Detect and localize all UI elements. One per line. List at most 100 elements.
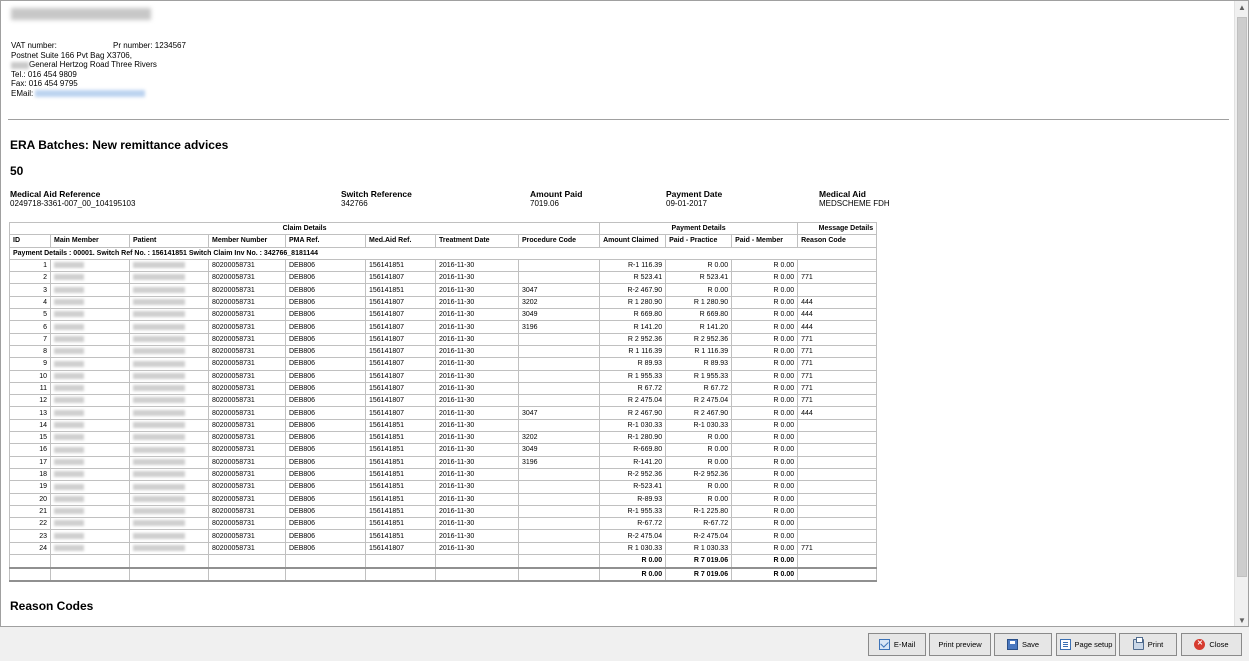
cell-reason-code (797, 418, 878, 433)
redacted-name (54, 471, 84, 478)
cell-pma-ref: DEB806 (285, 443, 366, 457)
redacted-name (54, 262, 84, 269)
cell-amount-claimed: R 2 467.90 (599, 406, 667, 420)
cell-treatment-date: 2016-11-30 (435, 258, 519, 273)
cell-treatment-date: 2016-11-30 (435, 308, 519, 322)
cell-main-member (50, 455, 130, 469)
cell-id: 22 (9, 517, 51, 531)
email-button-label: E-Mail (893, 640, 916, 649)
cell-amount-claimed: R 1 280.90 (599, 295, 667, 310)
cell-paid-member: R 0.00 (731, 381, 799, 396)
cell-id: 16 (9, 443, 51, 457)
col-header-pma-ref: PMA Ref. (285, 234, 366, 248)
table-row: 24 80200058731 DEB806 156141807 2016-11-30 R … (9, 541, 878, 556)
cell-main-member (50, 467, 130, 482)
cell-procedure-code: 3049 (517, 308, 601, 322)
cell-id: 24 (9, 541, 51, 556)
totals-row: R 0.00 R 7 019.06 R 0.00 (9, 567, 878, 582)
cell-main-member (50, 381, 130, 396)
cell-id: 19 (9, 480, 51, 494)
cell-reason-code (797, 480, 878, 494)
scroll-down-arrow-icon[interactable]: ▼ (1235, 614, 1248, 626)
cell-patient (129, 504, 209, 519)
cell-procedure-code: 3047 (517, 406, 601, 420)
page-setup-button[interactable]: Page setup (1056, 633, 1116, 656)
redacted-name (133, 446, 185, 453)
total-cell-procedure-code (517, 567, 601, 582)
cell-amount-claimed: R 669.80 (599, 308, 667, 322)
report-page: VAT number: Pr number: 1234567 Postnet S… (1, 1, 1235, 626)
cell-id: 10 (9, 369, 51, 383)
cell-paid-practice: R 0.00 (665, 283, 733, 297)
table-row: 19 80200058731 DEB806 156141851 2016-11-30 R-… (9, 480, 878, 494)
cell-reason-code (797, 455, 878, 469)
redacted-name (133, 520, 185, 527)
redacted-name (133, 458, 185, 465)
save-button[interactable]: Save (994, 633, 1052, 656)
cell-main-member (50, 344, 130, 359)
redacted-name (54, 545, 84, 552)
redacted-name (133, 286, 185, 293)
scroll-up-arrow-icon[interactable]: ▲ (1235, 1, 1248, 15)
vertical-scrollbar[interactable]: ▲ ▼ (1234, 1, 1248, 626)
redacted-name (133, 360, 185, 367)
cell-treatment-date: 2016-11-30 (435, 357, 519, 371)
print-preview-button[interactable]: Print preview (929, 633, 991, 656)
total-cell-med-aid-ref (365, 567, 436, 582)
cell-pma-ref: DEB806 (285, 394, 366, 408)
cell-treatment-date: 2016-11-30 (435, 344, 519, 359)
cell-procedure-code (517, 504, 601, 519)
table-row: 6 80200058731 DEB806 156141807 2016-11-30 319… (9, 320, 878, 334)
cell-paid-member: R 0.00 (731, 492, 799, 506)
email-line: EMail: (11, 89, 157, 99)
table-row: 20 80200058731 DEB806 156141851 2016-11-30 R-… (9, 492, 878, 506)
redacted-name (54, 520, 84, 527)
cell-main-member (50, 308, 130, 322)
practice-header: VAT number: Pr number: 1234567 Postnet S… (11, 41, 186, 99)
cell-member-number: 80200058731 (208, 467, 286, 482)
redacted-name (133, 532, 185, 539)
cell-patient (129, 517, 209, 531)
tel-line: Tel.: 016 454 9809 (11, 69, 77, 79)
redacted-name (54, 434, 84, 441)
cell-amount-claimed: R-523.41 (599, 480, 667, 494)
col-header-treatment-date: Treatment Date (435, 234, 519, 248)
cell-main-member (50, 517, 130, 531)
col-header-med-aid-ref: Med.Aid Ref. (365, 234, 436, 248)
cell-member-number: 80200058731 (208, 381, 286, 396)
cell-amount-claimed: R 523.41 (599, 271, 667, 285)
cell-main-member (50, 394, 130, 408)
close-button[interactable]: ✕ Close (1181, 633, 1242, 656)
col-header-member-number: Member Number (208, 234, 286, 248)
cell-med-aid-ref: 156141851 (365, 443, 436, 457)
summary-value: 7019.06 (530, 199, 559, 208)
cell-paid-member: R 0.00 (731, 541, 799, 556)
close-button-label: Close (1209, 640, 1229, 649)
scroll-thumb[interactable] (1237, 17, 1247, 577)
cell-pma-ref: DEB806 (285, 492, 366, 506)
summary-payment-date: Payment Date 09-01-2017 (666, 189, 722, 209)
cell-treatment-date: 2016-11-30 (435, 529, 519, 543)
cell-procedure-code (517, 271, 601, 285)
cell-main-member (50, 332, 130, 346)
print-button[interactable]: Print (1119, 633, 1177, 656)
cell-member-number: 80200058731 (208, 394, 286, 408)
cell-member-number: 80200058731 (208, 455, 286, 469)
redacted-name (54, 335, 84, 342)
cell-treatment-date: 2016-11-30 (435, 418, 519, 433)
redacted-name (54, 458, 84, 465)
cell-procedure-code (517, 394, 601, 408)
cell-id: 15 (9, 431, 51, 445)
cell-procedure-code: 3202 (517, 431, 601, 445)
cell-id: 23 (9, 529, 51, 543)
email-button[interactable]: E-Mail (868, 633, 926, 656)
cell-reason-code (797, 492, 878, 506)
cell-paid-practice: R-1 030.33 (665, 418, 733, 433)
cell-pma-ref: DEB806 (285, 418, 366, 433)
redacted-name (54, 532, 84, 539)
cell-med-aid-ref: 156141807 (365, 320, 436, 334)
cell-amount-claimed: R-89.93 (599, 492, 667, 506)
cell-paid-member: R 0.00 (731, 369, 799, 383)
cell-paid-practice: R 1 955.33 (665, 369, 733, 383)
table-row: 8 80200058731 DEB806 156141807 2016-11-30 R 1… (9, 344, 878, 359)
